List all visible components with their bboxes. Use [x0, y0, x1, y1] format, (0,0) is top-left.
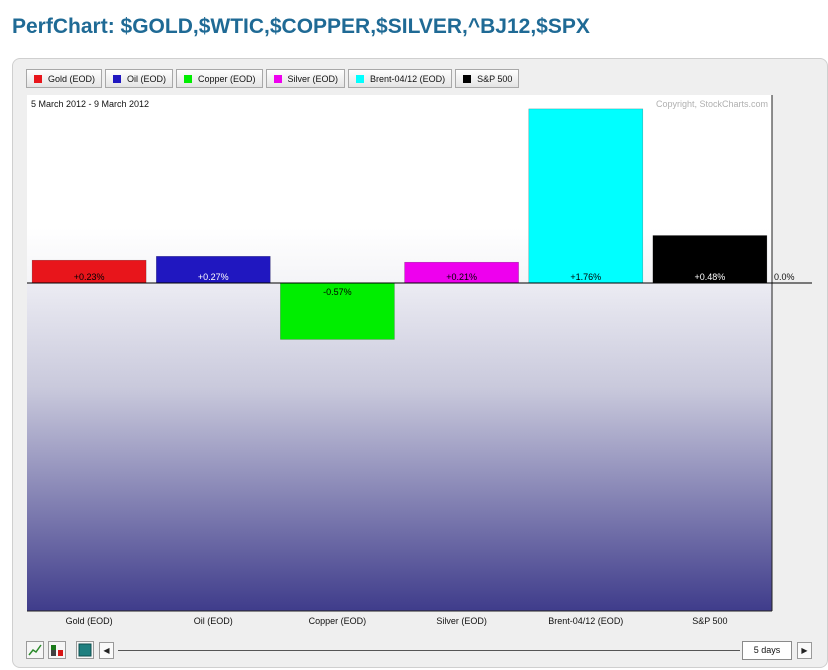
scroll-track[interactable]	[118, 650, 740, 651]
line-chart-button[interactable]	[26, 641, 44, 659]
bar-value-label: +1.76%	[570, 272, 601, 282]
performance-bar-chart: 5 March 2012 - 9 March 2012 Copyright, S…	[27, 95, 812, 626]
scroll-left-icon: ◀	[103, 646, 110, 655]
x-tick-label: Gold (EOD)	[66, 616, 113, 626]
bar	[528, 108, 644, 284]
x-tick-label: S&P 500	[692, 616, 727, 626]
scroll-right-icon: ▶	[801, 646, 808, 655]
copyright-text: Copyright, StockCharts.com	[656, 99, 768, 109]
period-selector[interactable]: 5 days	[742, 641, 792, 660]
x-tick-labels: Gold (EOD) Oil (EOD) Copper (EOD) Silver (E…	[66, 616, 728, 626]
zero-label: 0.0%	[774, 272, 795, 282]
bar-value-label: +0.21%	[446, 272, 477, 282]
line-chart-icon	[28, 644, 42, 656]
fill-button[interactable]	[76, 641, 94, 659]
bar-chart-icon	[51, 645, 63, 656]
bar-value-label: +0.27%	[198, 272, 229, 282]
x-tick-label: Silver (EOD)	[436, 616, 487, 626]
fill-icon	[78, 643, 92, 657]
bar-chart-button[interactable]	[48, 641, 66, 659]
x-tick-label: Copper (EOD)	[309, 616, 367, 626]
x-tick-label: Oil (EOD)	[194, 616, 233, 626]
x-tick-label: Brent-04/12 (EOD)	[548, 616, 623, 626]
scroll-right-button[interactable]: ▶	[797, 642, 812, 659]
lower-band	[27, 283, 772, 611]
date-range: 5 March 2012 - 9 March 2012	[31, 99, 149, 109]
bar-value-label: +0.23%	[74, 272, 105, 282]
bar-value-label: -0.57%	[323, 287, 352, 297]
bar-value-label: +0.48%	[695, 272, 726, 282]
scroll-left-button[interactable]: ◀	[99, 642, 114, 659]
